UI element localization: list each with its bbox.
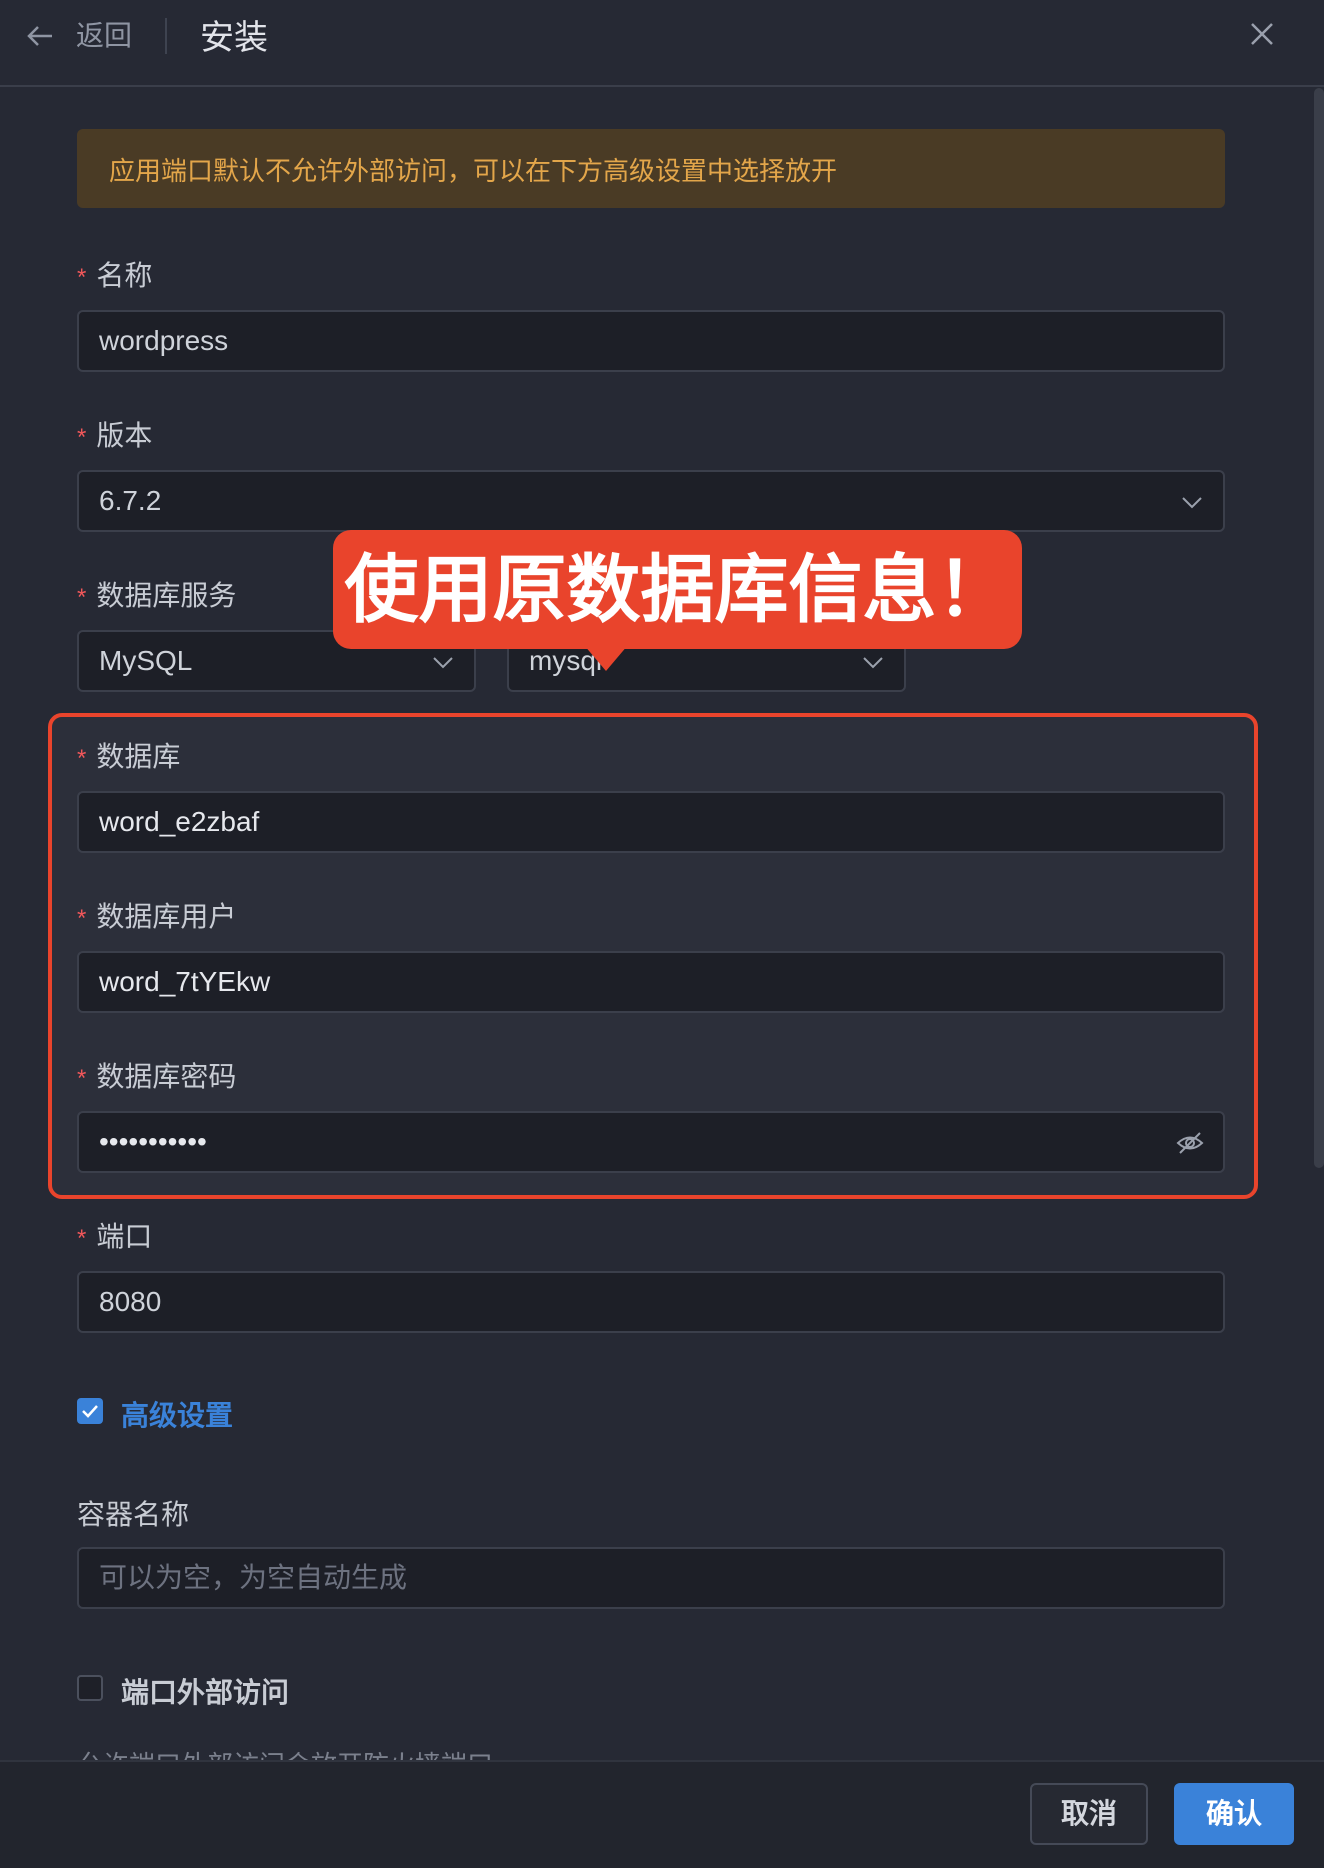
database-label: * 数据库 [77,741,181,772]
annotation-callout: 使用原数据库信息！ [333,530,1022,649]
version-value: 6.7.2 [99,485,162,516]
chevron-down-icon [1182,497,1202,509]
cancel-button[interactable]: 取消 [1030,1783,1148,1845]
chevron-down-icon [433,657,453,669]
checkmark-icon [82,1405,98,1418]
advanced-settings-label[interactable]: 高级设置 [121,1394,233,1434]
name-label: * 名称 [77,260,153,291]
db-password-input[interactable]: ••••••••••• [77,1111,1225,1173]
name-input[interactable]: wordpress [77,310,1225,372]
advanced-settings-checkbox[interactable] [77,1398,103,1424]
version-select[interactable]: 6.7.2 [77,470,1225,532]
back-arrow-icon[interactable] [22,18,58,54]
port-external-label[interactable]: 端口外部访问 [121,1671,289,1711]
database-input[interactable]: word_e2zbaf [77,791,1225,853]
db-type-value: MySQL [99,645,193,676]
db-password-label: * 数据库密码 [77,1061,237,1092]
drawer-header: 返回 安装 [0,0,1324,87]
container-name-label: 容器名称 [77,1499,190,1530]
port-warning-alert: 应用端口默认不允许外部访问，可以在下方高级设置中选择放开 [77,129,1225,208]
back-button[interactable]: 返回 [76,14,132,54]
db-user-input[interactable]: word_7tYEkw [77,951,1225,1013]
db-service-label: * 数据库服务 [77,580,237,611]
container-name-input[interactable]: 可以为空，为空自动生成 [77,1547,1225,1609]
required-mark: * [77,264,87,291]
password-value: ••••••••••• [99,1126,207,1157]
eye-hidden-icon[interactable] [1175,1128,1205,1158]
page-title: 安装 [200,19,268,57]
confirm-button[interactable]: 确认 [1174,1783,1294,1845]
close-icon[interactable] [1244,16,1280,52]
version-label: * 版本 [77,420,153,451]
port-external-checkbox[interactable] [77,1675,103,1701]
db-user-label: * 数据库用户 [77,901,237,932]
scrollbar[interactable] [1314,88,1324,1168]
header-divider [165,18,167,54]
port-input[interactable]: 8080 [77,1271,1225,1333]
chevron-down-icon [863,657,883,669]
port-label: * 端口 [77,1221,153,1252]
annotation-callout-tail [584,645,628,671]
